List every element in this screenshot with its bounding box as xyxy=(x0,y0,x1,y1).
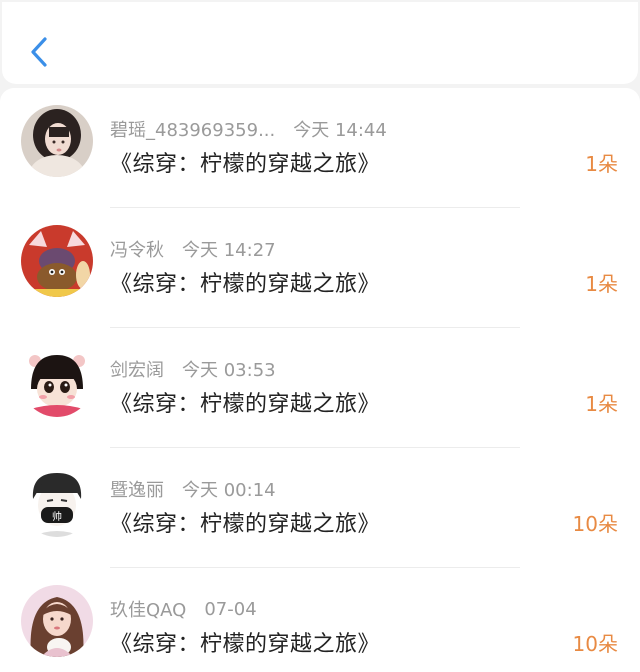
sender-name[interactable]: 玖佳QAQ xyxy=(110,596,186,622)
timestamp: 07-04 xyxy=(204,598,257,620)
sender-name[interactable]: 暨逸丽 xyxy=(110,476,164,502)
gift-meta: 暨逸丽 今天 00:14 xyxy=(110,476,276,502)
gift-amount: 1朵 xyxy=(585,272,618,296)
sender-name[interactable]: 冯令秋 xyxy=(110,236,164,262)
sender-name[interactable]: 碧瑶_483969359... xyxy=(110,116,275,142)
gift-meta: 冯令秋 今天 14:27 xyxy=(110,236,276,262)
gift-list: 碧瑶_483969359... 今天 14:44 《综穿：柠檬的穿越之旅》 1朵 xyxy=(0,88,640,672)
list-item[interactable]: 碧瑶_483969359... 今天 14:44 《综穿：柠檬的穿越之旅》 1朵 xyxy=(0,88,640,208)
book-title[interactable]: 《综穿：柠檬的穿越之旅》 xyxy=(110,626,380,658)
top-bar xyxy=(2,2,638,84)
avatar[interactable] xyxy=(21,225,93,297)
timestamp: 今天 03:53 xyxy=(182,360,276,381)
gift-amount: 1朵 xyxy=(585,152,618,176)
list-item[interactable]: 帅 暨逸丽 今天 00:14 《综穿：柠檬的穿越之旅》 10朵 xyxy=(0,448,640,568)
gift-meta: 剑宏阔 今天 03:53 xyxy=(110,356,276,382)
book-title[interactable]: 《综穿：柠檬的穿越之旅》 xyxy=(110,146,380,178)
timestamp: 今天 14:44 xyxy=(293,120,387,141)
sender-name[interactable]: 剑宏阔 xyxy=(110,356,164,382)
book-title[interactable]: 《综穿：柠檬的穿越之旅》 xyxy=(110,386,380,418)
avatar[interactable] xyxy=(21,105,93,177)
gift-amount: 1朵 xyxy=(585,392,618,416)
gift-meta: 碧瑶_483969359... 今天 14:44 xyxy=(110,116,387,142)
list-item[interactable]: 玖佳QAQ 07-04 《综穿：柠檬的穿越之旅》 10朵 xyxy=(0,568,640,672)
chevron-left-icon xyxy=(31,37,47,67)
avatar[interactable] xyxy=(21,345,93,417)
timestamp: 今天 14:27 xyxy=(182,240,276,261)
avatar[interactable] xyxy=(21,585,93,657)
book-title[interactable]: 《综穿：柠檬的穿越之旅》 xyxy=(110,506,380,538)
gift-amount: 10朵 xyxy=(572,512,618,536)
avatar[interactable]: 帅 xyxy=(21,465,93,537)
list-item[interactable]: 冯令秋 今天 14:27 《综穿：柠檬的穿越之旅》 1朵 xyxy=(0,208,640,328)
back-button[interactable] xyxy=(24,34,54,70)
timestamp: 今天 00:14 xyxy=(182,480,276,501)
book-title[interactable]: 《综穿：柠檬的穿越之旅》 xyxy=(110,266,380,298)
gift-amount: 10朵 xyxy=(572,632,618,656)
list-item[interactable]: 剑宏阔 今天 03:53 《综穿：柠檬的穿越之旅》 1朵 xyxy=(0,328,640,448)
svg-text:帅: 帅 xyxy=(52,510,62,523)
gift-meta: 玖佳QAQ 07-04 xyxy=(110,596,257,622)
